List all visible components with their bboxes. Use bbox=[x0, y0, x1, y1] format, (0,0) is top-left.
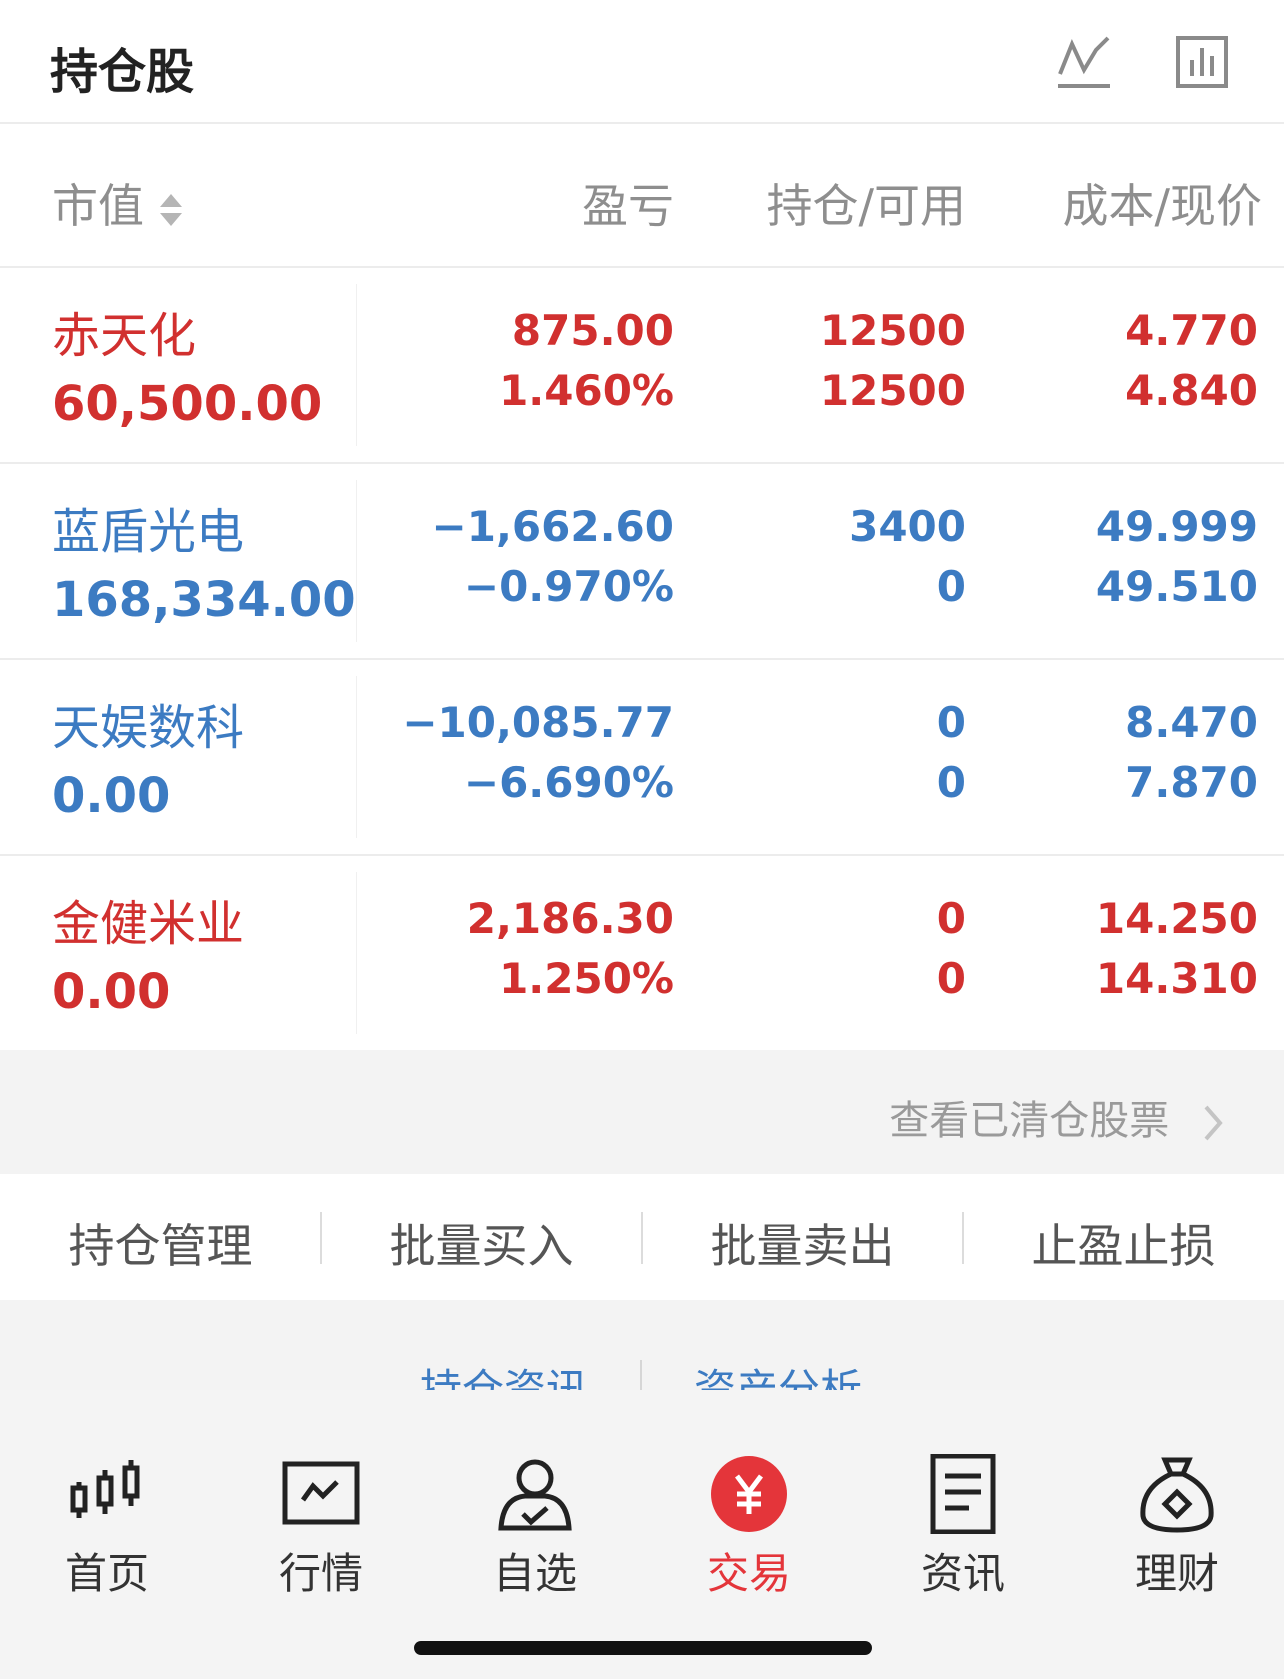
stock-name: 赤天化 bbox=[52, 308, 197, 364]
money-bag-icon bbox=[1140, 1457, 1214, 1533]
tab-wealth-label: 理财 bbox=[1134, 1549, 1219, 1598]
pnl-amount: −10,085.77 bbox=[402, 698, 674, 747]
candlestick-icon bbox=[70, 1460, 140, 1518]
cleared-stocks-link[interactable]: 查看已清仓股票 bbox=[889, 1088, 1226, 1146]
holding-row[interactable]: 赤天化 60,500.00 875.00 1.460% 12500 12500 … bbox=[0, 268, 1284, 464]
holding-row[interactable]: 天娱数科 0.00 −10,085.77 −6.690% 0 0 8.470 7… bbox=[0, 660, 1284, 856]
market-value: 168,334.00 bbox=[52, 572, 356, 628]
sort-icon[interactable] bbox=[158, 190, 184, 230]
stock-name: 天娱数科 bbox=[52, 700, 245, 756]
batch-buy-button[interactable]: 批量买入 bbox=[321, 1210, 642, 1276]
pnl-percent: 1.250% bbox=[499, 954, 674, 1003]
holding-qty: 0 bbox=[936, 894, 966, 943]
cost-price: 49.999 bbox=[1095, 502, 1258, 551]
holding-row[interactable]: 金健米业 0.00 2,186.30 1.250% 0 0 14.250 14.… bbox=[0, 856, 1284, 1050]
column-market-value[interactable]: 市值 bbox=[52, 170, 184, 236]
available-qty: 0 bbox=[936, 954, 966, 1003]
home-indicator[interactable] bbox=[414, 1641, 872, 1655]
tab-trade[interactable]: 交易 bbox=[642, 1390, 856, 1598]
pnl-percent: 1.460% bbox=[499, 366, 674, 415]
top-bar: 持仓股 bbox=[0, 0, 1284, 124]
market-value: 0.00 bbox=[52, 964, 171, 1020]
tab-home[interactable]: 首页 bbox=[0, 1390, 214, 1598]
cost-price: 14.250 bbox=[1095, 894, 1258, 943]
pnl-amount: −1,662.60 bbox=[431, 502, 674, 551]
available-qty: 0 bbox=[936, 562, 966, 611]
pnl-amount: 875.00 bbox=[511, 306, 674, 355]
current-price: 4.840 bbox=[1125, 366, 1258, 415]
stock-name: 蓝盾光电 bbox=[52, 504, 245, 560]
cleared-stocks-section: 查看已清仓股票 bbox=[0, 1050, 1284, 1174]
current-price: 49.510 bbox=[1095, 562, 1258, 611]
yuan-circle-icon bbox=[711, 1456, 787, 1532]
user-check-icon bbox=[498, 1459, 572, 1531]
tab-news-label: 资讯 bbox=[920, 1549, 1005, 1598]
holding-qty: 12500 bbox=[819, 306, 966, 355]
tab-watchlist-label: 自选 bbox=[492, 1549, 577, 1598]
divider bbox=[356, 676, 357, 838]
holding-row[interactable]: 蓝盾光电 168,334.00 −1,662.60 −0.970% 3400 0… bbox=[0, 464, 1284, 660]
market-value: 60,500.00 bbox=[52, 376, 323, 432]
divider bbox=[640, 1360, 642, 1390]
current-price: 14.310 bbox=[1095, 954, 1258, 1003]
tab-watchlist[interactable]: 自选 bbox=[428, 1390, 642, 1598]
tab-news[interactable]: 资讯 bbox=[856, 1390, 1070, 1598]
holding-qty: 3400 bbox=[849, 502, 966, 551]
column-header-row: 市值 盈亏 持仓/可用 成本/现价 bbox=[0, 124, 1284, 268]
tab-wealth[interactable]: 理财 bbox=[1070, 1390, 1284, 1598]
available-qty: 0 bbox=[936, 758, 966, 807]
cost-price: 8.470 bbox=[1125, 698, 1258, 747]
position-management-button[interactable]: 持仓管理 bbox=[0, 1210, 321, 1276]
market-chart-icon bbox=[282, 1461, 360, 1525]
column-market-value-label: 市值 bbox=[52, 179, 144, 233]
column-cost-price: 成本/现价 bbox=[1062, 179, 1263, 233]
tab-home-label: 首页 bbox=[64, 1549, 149, 1598]
available-qty: 12500 bbox=[819, 366, 966, 415]
position-news-link[interactable]: 持仓资讯 bbox=[420, 1356, 588, 1390]
column-position: 持仓/可用 bbox=[766, 179, 967, 233]
action-bar: 持仓管理 批量买入 批量卖出 止盈止损 bbox=[0, 1174, 1284, 1300]
divider bbox=[356, 480, 357, 642]
tab-market-label: 行情 bbox=[278, 1549, 363, 1598]
tab-market[interactable]: 行情 bbox=[214, 1390, 428, 1598]
document-icon bbox=[930, 1454, 996, 1534]
cleared-stocks-label: 查看已清仓股票 bbox=[889, 1098, 1170, 1144]
divider bbox=[356, 284, 357, 446]
market-value: 0.00 bbox=[52, 768, 171, 824]
sub-links-bar: 持仓资讯 资产分析 bbox=[0, 1300, 1284, 1390]
asset-analysis-link[interactable]: 资产分析 bbox=[694, 1356, 862, 1390]
batch-sell-button[interactable]: 批量卖出 bbox=[642, 1210, 963, 1276]
page-title: 持仓股 bbox=[50, 44, 195, 100]
pnl-percent: −6.690% bbox=[463, 758, 674, 807]
trend-chart-icon[interactable] bbox=[1052, 30, 1116, 94]
holding-qty: 0 bbox=[936, 698, 966, 747]
divider bbox=[356, 872, 357, 1034]
cost-price: 4.770 bbox=[1125, 306, 1258, 355]
bar-chart-icon[interactable] bbox=[1170, 30, 1234, 94]
column-pnl: 盈亏 bbox=[582, 179, 674, 233]
pnl-percent: −0.970% bbox=[463, 562, 674, 611]
bottom-tab-bar: 首页 行情 自选 交易 资讯 理财 bbox=[0, 1390, 1284, 1679]
take-profit-stop-loss-button[interactable]: 止盈止损 bbox=[963, 1210, 1284, 1276]
tab-trade-label: 交易 bbox=[706, 1549, 791, 1598]
current-price: 7.870 bbox=[1125, 758, 1258, 807]
pnl-amount: 2,186.30 bbox=[466, 894, 674, 943]
stock-name: 金健米业 bbox=[52, 896, 245, 952]
chevron-right-icon bbox=[1204, 1105, 1223, 1141]
